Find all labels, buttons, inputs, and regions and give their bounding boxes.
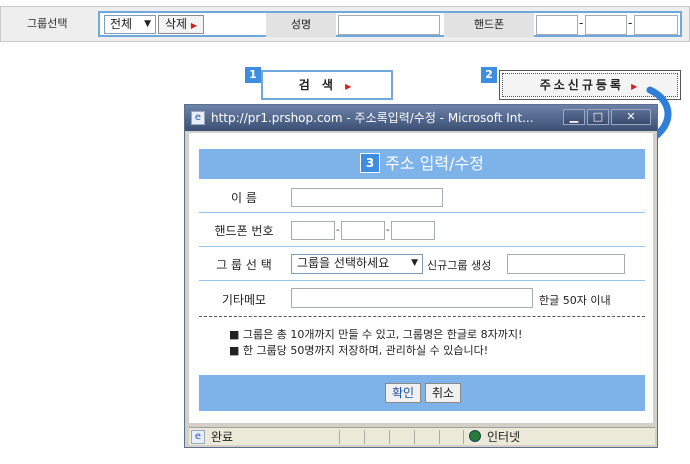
maximize-button[interactable]: □ — [587, 109, 609, 125]
chevron-down-icon: ▼ — [411, 258, 418, 268]
status-divider — [339, 430, 340, 444]
status-divider — [463, 430, 464, 444]
new-address-button-label: 주소신규등록 — [539, 78, 624, 92]
dash: - — [336, 225, 340, 236]
search-button-label: 검 색 — [298, 78, 337, 92]
phone-search-input-2[interactable] — [585, 15, 627, 35]
popup-content: 3 주소 입력/수정 이 름 핸드폰 번호 - - 그 룹 선 택 그룹을 선택… — [189, 133, 653, 423]
minimize-button[interactable]: ▁ — [563, 109, 585, 125]
dash: - — [628, 16, 633, 30]
new-group-label: 신규그룹 생성 — [427, 259, 492, 272]
marker-2: 2 — [481, 67, 497, 83]
ie-page-icon: e — [191, 430, 205, 444]
popup-title: http://pr1.prshop.com - 주소록입력/수정 - Micro… — [211, 111, 534, 125]
bullet-icon: ■ — [229, 344, 243, 357]
marker-1: 1 — [245, 67, 261, 83]
status-divider — [364, 430, 365, 444]
status-text: 완료 — [211, 430, 234, 444]
memo-input[interactable] — [291, 288, 533, 308]
close-icon: ✕ — [626, 110, 636, 123]
group-row: 그 룹 선 택 그룹을 선택하세요 ▼ 신규그룹 생성 — [199, 247, 645, 281]
confirm-button[interactable]: 확인 — [385, 383, 421, 403]
group-select-value: 그룹을 선택하세요 — [297, 256, 390, 270]
name-label: 이 름 — [231, 191, 257, 205]
chevron-down-icon: ▼ — [144, 19, 151, 29]
search-button[interactable]: 검 색 ▶ — [261, 70, 393, 100]
triangle-right-icon: ▶ — [190, 21, 198, 30]
group-select-value: 전체 — [110, 17, 133, 31]
form-title: 주소 입력/수정 — [385, 154, 484, 173]
name-row: 이 름 — [199, 179, 645, 213]
delete-button-label: 삭제 — [164, 17, 188, 31]
status-divider — [389, 430, 390, 444]
memo-hint: 한글 50자 이내 — [539, 294, 611, 307]
status-bar: e 완료 인터넷 — [189, 427, 655, 445]
phone-input-1[interactable] — [291, 221, 335, 240]
name-input[interactable] — [291, 188, 443, 207]
group-select-label: 그룹선택 — [27, 17, 68, 30]
name-search-input[interactable] — [338, 15, 440, 35]
group-select[interactable]: 전체 ▼ — [104, 15, 156, 34]
phone-search-input-1[interactable] — [536, 15, 578, 35]
popup-window: e http://pr1.prshop.com - 주소록입력/수정 - Mic… — [184, 104, 658, 448]
status-divider — [414, 430, 415, 444]
globe-icon — [469, 430, 481, 442]
delete-button[interactable]: 삭제 ▶ — [158, 15, 204, 34]
memo-row: 기타메모 한글 50자 이내 — [199, 281, 645, 317]
group-label: 그 룹 선 택 — [216, 258, 272, 272]
phone-label: 핸드폰 번호 — [214, 224, 274, 238]
ie-icon: e — [191, 111, 205, 125]
new-group-input[interactable] — [507, 254, 625, 274]
list-item: ■ 그룹은 총 10개까지 만들 수 있고, 그룹명은 한글로 8자까지! — [229, 328, 523, 341]
phone-search-input-3[interactable] — [634, 15, 678, 35]
maximize-icon: □ — [592, 110, 604, 123]
search-bar: 그룹선택 전체 ▼ 삭제 ▶ 성명 핸드폰 - - — [0, 6, 690, 42]
popup-titlebar[interactable]: e http://pr1.prshop.com - 주소록입력/수정 - Mic… — [185, 105, 657, 131]
bullet-icon: ■ — [229, 328, 243, 341]
address-form: 3 주소 입력/수정 이 름 핸드폰 번호 - - 그 룹 선 택 그룹을 선택… — [199, 149, 645, 411]
phone-input-3[interactable] — [391, 221, 435, 240]
name-header: 성명 — [266, 13, 336, 37]
minimize-icon: ▁ — [569, 110, 579, 123]
phone-row: 핸드폰 번호 - - — [199, 213, 645, 247]
form-footer: 확인 취소 — [199, 375, 645, 411]
phone-header: 핸드폰 — [444, 13, 534, 37]
search-bar-inner: 전체 ▼ 삭제 ▶ 성명 핸드폰 - - — [98, 11, 682, 37]
triangle-right-icon: ▶ — [345, 82, 356, 91]
list-item: ■ 한 그룹당 50명까지 저장하며, 관리하실 수 있습니다! — [229, 344, 489, 357]
dash: - — [386, 225, 390, 236]
group-select[interactable]: 그룹을 선택하세요 ▼ — [291, 254, 423, 274]
marker-3: 3 — [360, 153, 381, 173]
status-divider — [439, 430, 440, 444]
notes-list: ■ 그룹은 총 10개까지 만들 수 있고, 그룹명은 한글로 8자까지! ■ … — [229, 327, 639, 359]
zone-text: 인터넷 — [487, 430, 521, 444]
memo-label: 기타메모 — [221, 293, 267, 307]
close-button[interactable]: ✕ — [611, 109, 651, 125]
cancel-button[interactable]: 취소 — [425, 383, 461, 403]
dash: - — [579, 16, 584, 30]
form-header: 3 주소 입력/수정 — [199, 149, 645, 179]
phone-input-2[interactable] — [341, 221, 385, 240]
